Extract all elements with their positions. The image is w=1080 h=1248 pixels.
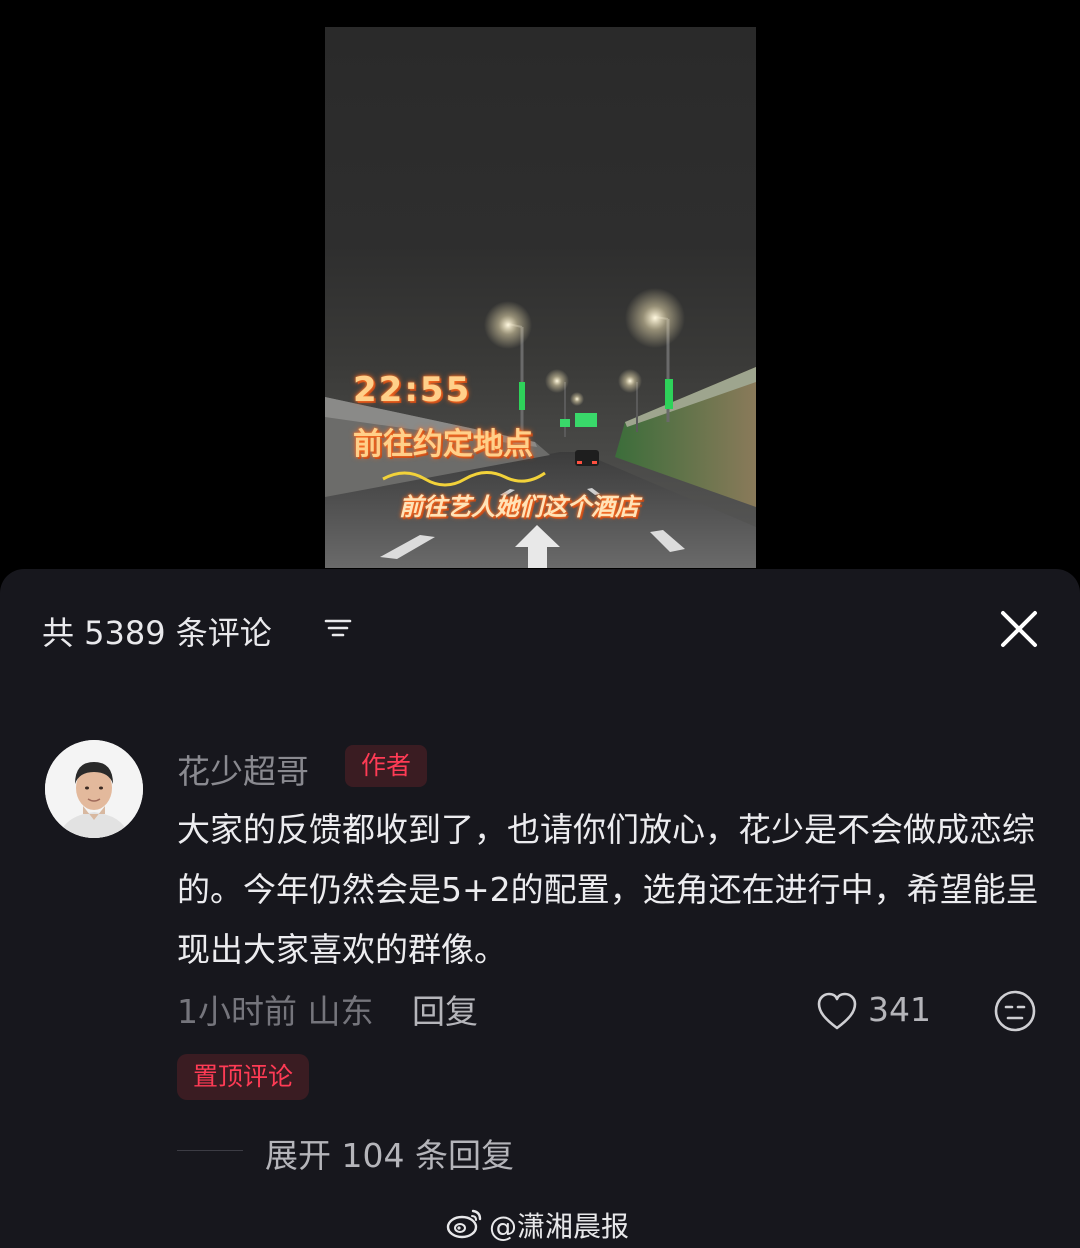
comment-time-location: 1小时前 山东 xyxy=(177,992,374,1031)
video-overlay-time: 22:55 xyxy=(353,370,472,410)
filter-icon[interactable] xyxy=(322,612,354,644)
expand-divider xyxy=(177,1150,243,1151)
like-count: 341 xyxy=(868,990,931,1029)
pinned-comment-badge: 置顶评论 xyxy=(177,1054,310,1100)
weibo-logo-icon xyxy=(446,1209,482,1239)
reply-button[interactable]: 回复 xyxy=(412,985,478,1033)
comments-count-title: 共 5389 条评论 xyxy=(42,614,272,652)
dislike-face-icon[interactable] xyxy=(992,988,1038,1034)
comment-text: 大家的反馈都收到了，也请你们放心，花少是不会做成恋综的。今年仍然会是5+2的配置… xyxy=(177,810,1039,969)
video-overlay-caption: 前往约定地点 xyxy=(353,427,533,462)
video-overlay-subcaption: 前往艺人她们这个酒店 xyxy=(399,493,639,521)
expand-replies-button[interactable]: 展开 104 条回复 xyxy=(265,1129,514,1177)
video-thumbnail[interactable]: 22:55 前往约定地点 前往艺人她们这个酒店 xyxy=(325,27,756,568)
watermark-text: @潇湘晨报 xyxy=(489,1210,630,1243)
heart-icon[interactable] xyxy=(815,990,859,1034)
author-badge: 作者 xyxy=(345,745,428,787)
close-icon[interactable] xyxy=(996,606,1042,652)
avatar-portrait xyxy=(45,740,143,838)
comment-author-name[interactable]: 花少超哥 xyxy=(177,745,309,793)
avatar[interactable] xyxy=(45,740,143,838)
